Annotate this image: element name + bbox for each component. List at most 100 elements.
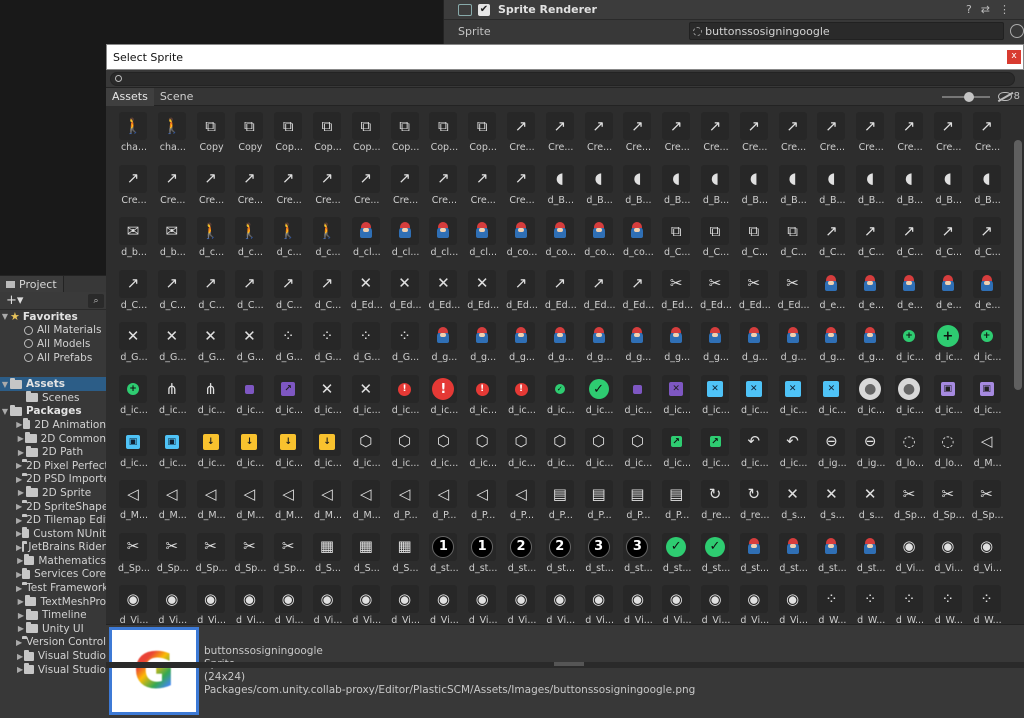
- sprite-cell[interactable]: ↓ d_ic...: [194, 424, 232, 474]
- sprite-cell[interactable]: ↗ Cre...: [232, 161, 270, 211]
- sprite-cell[interactable]: ✕ d_Ed...: [388, 266, 426, 316]
- sprite-thumbnail[interactable]: ↗: [584, 112, 613, 140]
- sprite-cell[interactable]: ⧉ d_C...: [737, 213, 775, 263]
- sprite-thumbnail[interactable]: ◖: [739, 164, 768, 193]
- caret-right-icon[interactable]: ▶: [16, 461, 22, 470]
- sprite-cell[interactable]: ↗ Cre...: [737, 108, 775, 158]
- sprite-thumbnail[interactable]: ◖: [856, 164, 885, 193]
- sprite-thumbnail[interactable]: ↗: [972, 217, 1001, 246]
- caret-right-icon[interactable]: ▶: [16, 624, 26, 633]
- sprite-thumbnail[interactable]: ▤: [584, 480, 613, 509]
- sprite-cell[interactable]: ⁘ d_G...: [388, 318, 426, 368]
- project-tab[interactable]: Project: [0, 276, 64, 292]
- sprite-cell[interactable]: ⊖ d_ig...: [814, 424, 852, 474]
- sprite-thumbnail[interactable]: ↓: [235, 427, 264, 456]
- sprite-cell[interactable]: ↗ d_C...: [271, 266, 309, 316]
- sprite-thumbnail[interactable]: 2: [545, 532, 574, 561]
- sprite-thumbnail[interactable]: [972, 269, 1001, 298]
- sprite-thumbnail[interactable]: ↗: [856, 217, 885, 246]
- tree-package-item[interactable]: ▶ 2D Animation: [0, 418, 106, 432]
- sprite-cell[interactable]: ↗ Cre...: [310, 161, 348, 211]
- sprite-thumbnail[interactable]: ↗: [274, 375, 303, 403]
- sprite-thumbnail[interactable]: ◉: [196, 585, 225, 614]
- sprite-cell[interactable]: ↗ d_ic...: [698, 424, 736, 474]
- tree-scenes[interactable]: Scenes: [0, 391, 106, 405]
- sprite-thumbnail[interactable]: ◁: [157, 480, 186, 509]
- sprite-cell[interactable]: ✂ d_Sp...: [232, 529, 270, 579]
- sprite-cell[interactable]: ▣ d_ic...: [155, 424, 193, 474]
- sprite-thumbnail[interactable]: ↗: [235, 269, 264, 298]
- sprite-cell[interactable]: d_cl...: [388, 213, 426, 263]
- sprite-cell[interactable]: ✕ d_G...: [116, 318, 154, 368]
- sprite-cell[interactable]: ◁ d_M...: [970, 424, 1008, 474]
- sprite-thumbnail[interactable]: ✓: [662, 532, 691, 561]
- sprite-cell[interactable]: ✕ d_s...: [853, 476, 891, 526]
- sprite-thumbnail[interactable]: ◉: [933, 532, 962, 561]
- caret-down-icon[interactable]: ▼: [0, 380, 10, 389]
- tree-package-item[interactable]: ▶ 2D Path: [0, 445, 106, 459]
- sprite-thumbnail[interactable]: ✉: [157, 217, 186, 246]
- sprite-cell[interactable]: ◁ d_M...: [232, 476, 270, 526]
- sprite-thumbnail[interactable]: ⬡: [584, 427, 613, 456]
- sprite-cell[interactable]: d_e...: [853, 266, 891, 316]
- sprite-thumbnail[interactable]: [584, 322, 613, 351]
- sprite-cell[interactable]: ✂ d_Sp...: [155, 529, 193, 579]
- sprite-thumbnail[interactable]: ●: [856, 375, 885, 403]
- sprite-cell[interactable]: 🚶 d_c...: [310, 213, 348, 263]
- sprite-cell[interactable]: ◁ d_P...: [504, 476, 542, 526]
- sprite-cell[interactable]: ◁ d_P...: [426, 476, 464, 526]
- sprite-thumbnail[interactable]: [545, 322, 574, 351]
- tree-package-item[interactable]: ▶ Unity UI: [0, 622, 106, 636]
- sprite-cell[interactable]: ◁ d_M...: [194, 476, 232, 526]
- sprite-thumbnail[interactable]: ◉: [119, 585, 147, 614]
- sprite-cell[interactable]: ✉ d_b...: [155, 213, 193, 263]
- caret-down-icon[interactable]: ▼: [0, 407, 10, 416]
- sprite-thumbnail[interactable]: ✕: [817, 480, 846, 509]
- sprite-thumbnail[interactable]: ◖: [933, 164, 962, 193]
- sprite-thumbnail[interactable]: ◁: [196, 480, 225, 509]
- tree-package-item[interactable]: ▶ Test Framework: [0, 581, 106, 595]
- sprite-thumbnail[interactable]: ◉: [313, 585, 341, 614]
- tree-package-item[interactable]: ▶ Version Control: [0, 635, 106, 650]
- sprite-cell[interactable]: d_ic...: [232, 371, 270, 421]
- sprite-thumbnail[interactable]: ▤: [545, 480, 574, 509]
- caret-right-icon[interactable]: ▶: [16, 475, 22, 484]
- sprite-thumbnail[interactable]: ⧉: [429, 112, 458, 140]
- sprite-cell[interactable]: ◁ d_M...: [310, 476, 348, 526]
- sprite-thumbnail[interactable]: [235, 375, 264, 403]
- project-search-icon[interactable]: ⌕: [88, 293, 104, 308]
- sprite-cell[interactable]: d_e...: [931, 266, 969, 316]
- sprite-thumbnail[interactable]: ◖: [817, 164, 846, 193]
- sprite-thumbnail[interactable]: ⁘: [274, 322, 303, 351]
- sprite-thumbnail[interactable]: ✂: [157, 532, 186, 561]
- sprite-cell[interactable]: 🚶 cha...: [155, 108, 193, 158]
- sprite-cell[interactable]: ! d_ic...: [426, 371, 464, 421]
- sprite-cell[interactable]: 🚶 cha...: [116, 108, 154, 158]
- sprite-thumbnail[interactable]: ✂: [972, 480, 1001, 509]
- sprite-thumbnail[interactable]: ↗: [856, 112, 885, 140]
- caret-right-icon[interactable]: ▶: [16, 584, 22, 593]
- thumbnail-size-slider[interactable]: [941, 91, 990, 102]
- sprite-cell[interactable]: ◖ d_B...: [737, 161, 775, 211]
- sprite-cell[interactable]: 🚶 d_c...: [232, 213, 270, 263]
- sprite-thumbnail[interactable]: ◉: [351, 585, 380, 614]
- sprite-cell[interactable]: ◁ d_P...: [465, 476, 503, 526]
- sprite-thumbnail[interactable]: ✕: [468, 269, 497, 298]
- sprite-cell[interactable]: d_g...: [737, 318, 775, 368]
- sprite-cell[interactable]: ⁘ d_G...: [310, 318, 348, 368]
- sprite-thumbnail[interactable]: ✕: [390, 269, 419, 298]
- sprite-cell[interactable]: ↗ d_Ed...: [543, 266, 581, 316]
- sprite-cell[interactable]: 1 d_st...: [426, 529, 464, 579]
- help-icon[interactable]: ?: [966, 3, 972, 16]
- sprite-cell[interactable]: ▤ d_P...: [543, 476, 581, 526]
- sprite-cell[interactable]: ⧉ Copy: [194, 108, 232, 158]
- sprite-cell[interactable]: ◖ d_B...: [814, 161, 852, 211]
- sprite-cell[interactable]: ↗ Cre...: [426, 161, 464, 211]
- sprite-thumbnail[interactable]: ⧉: [390, 112, 419, 140]
- sprite-thumbnail[interactable]: +: [972, 322, 1001, 351]
- more-icon[interactable]: ⋮: [999, 3, 1010, 16]
- sprite-thumbnail[interactable]: ↗: [817, 112, 846, 140]
- sprite-cell[interactable]: ◖ d_B...: [970, 161, 1008, 211]
- sprite-thumbnail[interactable]: ↗: [701, 112, 729, 140]
- sprite-thumbnail[interactable]: ⁘: [856, 585, 885, 614]
